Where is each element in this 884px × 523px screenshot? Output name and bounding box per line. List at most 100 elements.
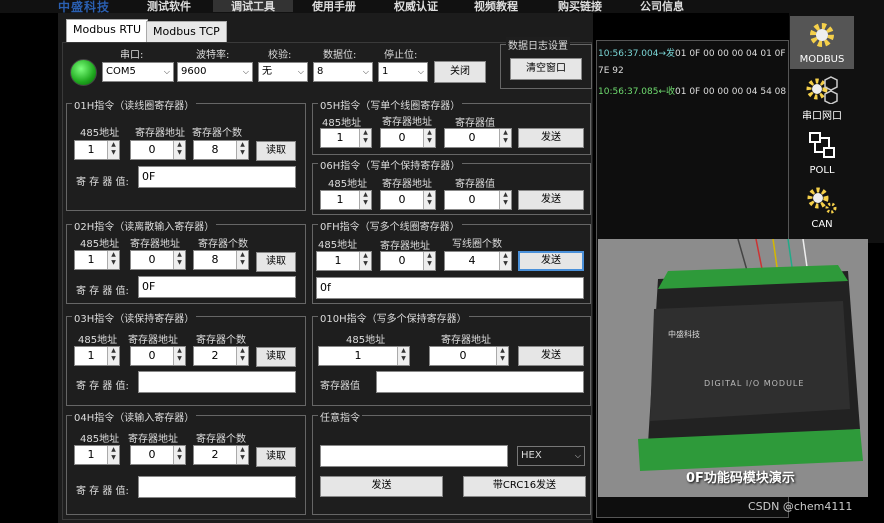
- f03-value-field[interactable]: [138, 371, 296, 393]
- f01-reg-label: 寄存器地址: [135, 128, 185, 139]
- f01-value-label: 寄 存 器 值:: [76, 177, 129, 188]
- close-port-button[interactable]: 关闭: [434, 61, 486, 83]
- f0f-addr-stepper[interactable]: 1 ▲ ▼: [316, 251, 372, 271]
- menu-user-manual[interactable]: 使用手册: [300, 0, 368, 13]
- f04-addr-label: 485地址: [80, 434, 120, 445]
- f0f-send-button[interactable]: 发送: [518, 251, 584, 271]
- f02-value-field[interactable]: 0F: [138, 276, 296, 298]
- stopbits-select[interactable]: 1 ⌵: [378, 62, 428, 82]
- f04-count-stepper[interactable]: 2 ▲ ▼: [193, 445, 249, 465]
- f10-reg-label: 寄存器地址: [441, 335, 491, 346]
- f03-value-label: 寄 存 器 值:: [76, 381, 129, 392]
- f01-value-field[interactable]: 0F: [138, 166, 296, 188]
- tab-modbus-tcp[interactable]: Modbus TCP: [146, 21, 227, 43]
- f03-reg-label: 寄存器地址: [128, 335, 178, 346]
- f0f-count-label: 写线圈个数: [452, 239, 502, 250]
- f02-addr-stepper[interactable]: 1 ▲ ▼: [74, 250, 120, 270]
- f05-send-button[interactable]: 发送: [518, 128, 584, 148]
- f02-read-button[interactable]: 读取: [256, 252, 296, 272]
- f06-send-button[interactable]: 发送: [518, 190, 584, 210]
- custom-command-input[interactable]: [320, 445, 508, 467]
- f0f-count-stepper[interactable]: 4 ▲ ▼: [444, 251, 512, 271]
- chevron-down-icon: ⌵: [242, 67, 249, 76]
- custom-send-button[interactable]: 发送: [320, 476, 443, 497]
- nav-can-label: CAN: [811, 219, 833, 230]
- port-select[interactable]: COM5 ⌵: [102, 62, 174, 82]
- f02-reg-stepper[interactable]: 0 ▲ ▼: [130, 250, 186, 270]
- f04-count-label: 寄存器个数: [196, 434, 246, 445]
- f01-read-button[interactable]: 读取: [256, 141, 296, 161]
- menu-company-info[interactable]: 公司信息: [628, 0, 696, 13]
- nav-poll[interactable]: POLL: [790, 130, 854, 180]
- f05-val-stepper[interactable]: 0 ▲ ▼: [444, 128, 512, 148]
- f06-title: 06H指令（写单个保持寄存器）: [318, 157, 463, 172]
- format-select[interactable]: HEX ⌵: [517, 446, 585, 466]
- nav-serial-network-label: 串口网口: [802, 111, 842, 122]
- log-line-tx: 10:56:37.004→发01 0F 00 00 00 04 01 0F: [598, 49, 786, 59]
- f04-title: 04H指令（读输入寄存器）: [72, 409, 197, 424]
- menu-video-tutorial[interactable]: 视频教程: [462, 0, 530, 13]
- f04-reg-stepper[interactable]: 0 ▲ ▼: [130, 445, 186, 465]
- f0f-data-field[interactable]: 0f: [316, 277, 584, 299]
- f01-count-stepper[interactable]: 8 ▲ ▼: [193, 140, 249, 160]
- stopbits-label: 停止位:: [384, 50, 418, 61]
- nav-modbus[interactable]: MODBUS: [790, 16, 854, 69]
- chevron-down-icon: ⌵: [574, 451, 581, 460]
- f02-count-label: 寄存器个数: [198, 239, 248, 250]
- crc16-send-button[interactable]: 带CRC16发送: [463, 476, 586, 497]
- f03-title: 03H指令（读保持寄存器）: [72, 310, 197, 325]
- f03-count-label: 寄存器个数: [196, 335, 246, 346]
- f06-reg-label: 寄存器地址: [382, 179, 432, 190]
- f10-addr-stepper[interactable]: 1 ▲ ▼: [318, 346, 410, 366]
- f01-reg-stepper[interactable]: 0 ▲ ▼: [130, 140, 186, 160]
- can-icon: [807, 187, 837, 214]
- poll-icon: [809, 132, 835, 158]
- f0f-reg-stepper[interactable]: 0 ▲ ▼: [380, 251, 436, 271]
- menu-purchase-link[interactable]: 购买链接: [546, 0, 614, 13]
- baud-select[interactable]: 9600 ⌵: [177, 62, 253, 82]
- f04-addr-stepper[interactable]: 1 ▲ ▼: [74, 445, 120, 465]
- f01-title: 01H指令（读线圈寄存器）: [72, 97, 197, 112]
- f10-addr-label: 485地址: [346, 335, 386, 346]
- f03-addr-stepper[interactable]: 1 ▲ ▼: [74, 346, 120, 366]
- databits-select[interactable]: 8 ⌵: [313, 62, 373, 82]
- menu-test-software[interactable]: 测试软件: [135, 0, 203, 13]
- f06-addr-label: 485地址: [328, 179, 368, 190]
- f04-read-button[interactable]: 读取: [256, 447, 296, 467]
- nav-can[interactable]: CAN: [790, 184, 854, 234]
- f10-reg-stepper[interactable]: 0 ▲ ▼: [429, 346, 509, 366]
- baud-label: 波特率:: [196, 50, 230, 61]
- f06-reg-stepper[interactable]: 0 ▲ ▼: [380, 190, 436, 210]
- f10-value-label: 寄存器值: [320, 381, 360, 392]
- nav-modbus-label: MODBUS: [799, 54, 845, 65]
- watermark: CSDN @chem4111: [748, 500, 853, 513]
- f01-addr-stepper[interactable]: 1 ▲ ▼: [74, 140, 120, 160]
- photo-module-label: DIGITAL I/O MODULE: [704, 379, 805, 388]
- f04-value-field[interactable]: [138, 476, 296, 498]
- f06-val-stepper[interactable]: 0 ▲ ▼: [444, 190, 512, 210]
- parity-select[interactable]: 无 ⌵: [258, 62, 308, 82]
- io-module-illustration: [598, 239, 868, 497]
- gear-icon: [810, 23, 834, 47]
- f03-read-button[interactable]: 读取: [256, 347, 296, 367]
- tab-modbus-rtu[interactable]: Modbus RTU: [66, 19, 148, 43]
- f0f-reg-label: 寄存器地址: [380, 241, 430, 252]
- clear-window-button[interactable]: 清空窗口: [510, 58, 582, 80]
- menu-debug-tool[interactable]: 调试工具: [213, 0, 293, 13]
- log-settings-title: 数据日志设置: [506, 37, 570, 52]
- menu-certification[interactable]: 权威认证: [382, 0, 450, 13]
- f10-send-button[interactable]: 发送: [518, 346, 584, 366]
- f0f-title: 0FH指令（写多个线圈寄存器）: [318, 218, 462, 233]
- f05-reg-stepper[interactable]: 0 ▲ ▼: [380, 128, 436, 148]
- f01-count-label: 寄存器个数: [192, 128, 242, 139]
- f02-value-label: 寄 存 器 值:: [76, 286, 129, 297]
- nav-serial-network[interactable]: 串口网口: [790, 74, 854, 126]
- f05-addr-stepper[interactable]: 1 ▲ ▼: [320, 128, 372, 148]
- f10-value-field[interactable]: [376, 371, 584, 393]
- f03-reg-stepper[interactable]: 0 ▲ ▼: [130, 346, 186, 366]
- f05-reg-label: 寄存器地址: [382, 117, 432, 128]
- f03-count-stepper[interactable]: 2 ▲ ▼: [193, 346, 249, 366]
- f06-addr-stepper[interactable]: 1 ▲ ▼: [320, 190, 372, 210]
- custom-command-title: 任意指令: [318, 409, 362, 424]
- f02-count-stepper[interactable]: 8 ▲ ▼: [193, 250, 249, 270]
